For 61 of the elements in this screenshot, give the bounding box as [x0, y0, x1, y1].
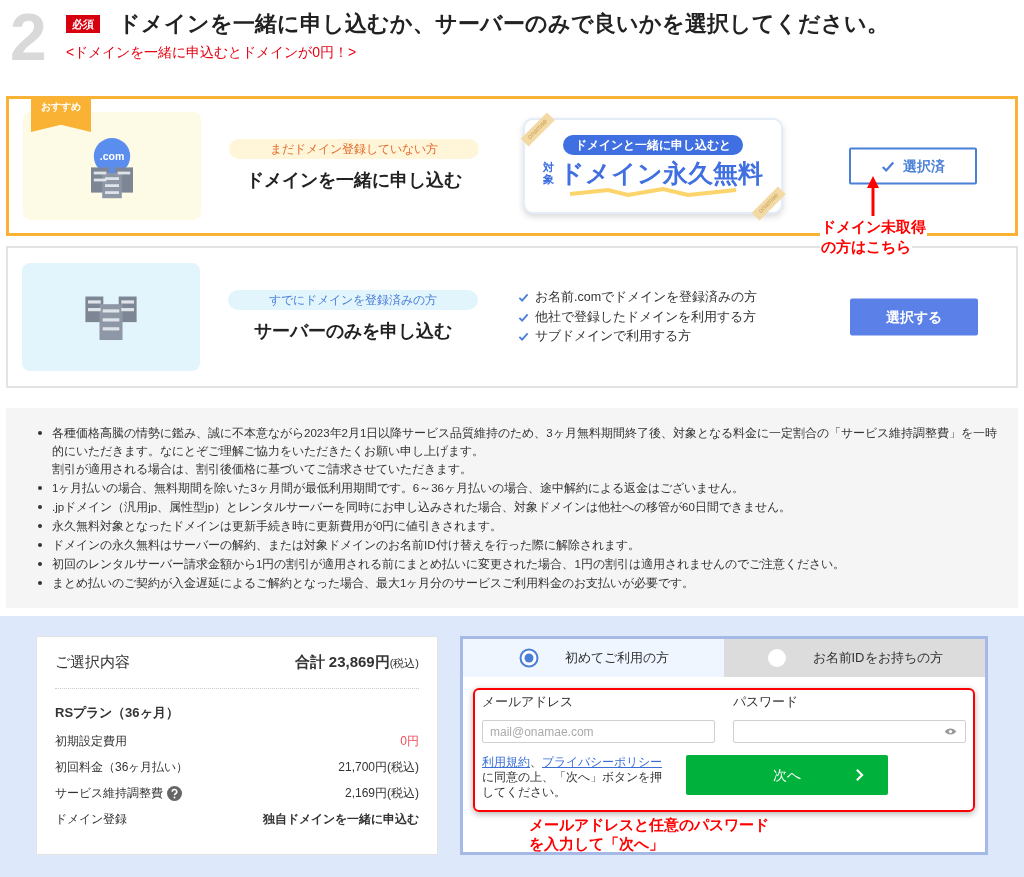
check-icon [881, 159, 895, 173]
terms-link[interactable]: 利用規約 [482, 755, 530, 769]
select-button[interactable]: 選択する [850, 298, 978, 336]
radio-icon[interactable] [766, 648, 787, 668]
row-label: 初期設定費用 [55, 733, 127, 750]
annotation-arrow [867, 176, 879, 216]
row-value: 独自ドメインを一緒に申込む [263, 811, 419, 828]
password-field[interactable] [733, 720, 966, 743]
check-icon [518, 311, 529, 323]
chevron-icon [855, 768, 864, 782]
account-tab[interactable]: お名前IDをお持ちの方 [724, 639, 985, 677]
field-label: メールアドレス [482, 693, 574, 711]
annotation-text: の方はこちら [820, 238, 912, 256]
row-label: ドメイン登録 [55, 811, 127, 828]
plan-name: RSプラン（36ヶ月） [55, 703, 180, 722]
check-icon [518, 291, 529, 303]
option-title: サーバーのみを申し込む [254, 319, 452, 343]
promo-pill: ドメインと一緒に申し込むと [563, 135, 743, 155]
note-text: 割引が適用される場合は、割引後価格に基づいてご請求させていただきます。 [52, 462, 473, 477]
consent-text: 利用規約、プライバシーポリシー に同意の上、「次へ」ボタンを押してください。 [482, 755, 663, 800]
next-button[interactable]: 次へ [686, 755, 888, 795]
annotation-text: を入力して「次へ」 [529, 835, 664, 853]
annotation-text: ドメイン未取得 [820, 218, 927, 236]
checklist-item: サブドメインで利用する方 [535, 328, 691, 346]
radio-icon[interactable] [518, 648, 539, 668]
checklist-item: 他社で登録したドメインを利用する方 [535, 308, 756, 326]
step-title: ドメインを一緒に申し込むか、サーバーのみで良いかを選択してください。 [118, 10, 889, 38]
promo-headline: ドメイン永久無料 [559, 159, 763, 187]
note-text: まとめ払いのご契約が入金遅延によるご解約となった場合、最大1ヶ月分のサービスご利用料金のお支払いが必要です。 [52, 576, 695, 592]
summary-heading: ご選択内容 [55, 652, 130, 672]
terms-link[interactable]: プライバシーポリシー [542, 755, 662, 769]
email-field[interactable]: mail@onamae.com [482, 720, 715, 743]
audience-tag: まだドメイン登録していない方 [229, 138, 479, 159]
total-price: 合計 23,869円 [294, 652, 390, 672]
eye-icon[interactable] [944, 727, 957, 736]
account-tab[interactable]: 初めてご利用の方 [463, 639, 724, 677]
domain-server-illustration: .com [77, 131, 147, 201]
row-label: 初回料金（36ヶ月払い） [55, 759, 189, 776]
promo-prefix: 対象 [543, 161, 555, 185]
note-text: ドメインの永久無料はサーバーの解約、または対象ドメインのお名前ID付け替えを行った際に解除されます。 [52, 538, 640, 553]
field-label: パスワード [733, 693, 799, 711]
note-text: 永久無料対象となったドメインは更新手続き時に更新費用が0円に値引きされます。 [52, 519, 503, 535]
note-text: 1ヶ月払いの場合、無料期間を除いた3ヶ月間が最低利用期間です。6～36ヶ月払いの場合、途中解約による返金はございません。 [52, 481, 744, 496]
row-value: 2,169円(税込) [344, 785, 419, 802]
help-icon[interactable] [167, 785, 182, 801]
note-text: .jpドメイン（汎用jp、属性型jp）とレンタルサーバーを同時にお申し込みされた場合、対象ドメインは他社への移管が60日間できません。 [52, 500, 791, 515]
check-icon [518, 331, 529, 343]
tax-note: (税込) [389, 657, 419, 669]
option-title: ドメインを一緒に申し込む [246, 168, 462, 192]
note-text: 初回のレンタルサーバー請求金額から1円の割引が適用される前にまとめ払いに変更された場合、1円の割引は適用されませんのでご注意ください。 [52, 557, 845, 572]
row-label: サービス維持調整費 [55, 785, 163, 802]
select-button[interactable]: 選択済 [849, 147, 977, 185]
note-text: 各種価格高騰の情勢に鑑み、誠に不本意ながら2023年2月1日以降サービス品質維持のため、3ヶ月無料期間終了後、対象となる料金に一定割合の「サービス維持調整費」を一時的にいただきます。なにとぞご理解ご協力をいただきたくお願い申し上げます。 [52, 426, 998, 460]
annotation-text: メールアドレスと任意のパスワード [529, 816, 769, 834]
audience-tag: すでにドメインを登録済みの方 [228, 289, 478, 310]
required-badge: 必須 [66, 14, 100, 34]
checklist-item: お名前.comでドメインを登録済みの方 [535, 288, 758, 306]
recommended-ribbon: おすすめ [31, 96, 91, 132]
row-value: 21,700円(税込) [338, 759, 419, 776]
step-subtitle: <ドメインを一緒に申込むとドメインが0円！> [66, 43, 358, 62]
row-value: 0円 [400, 733, 419, 750]
